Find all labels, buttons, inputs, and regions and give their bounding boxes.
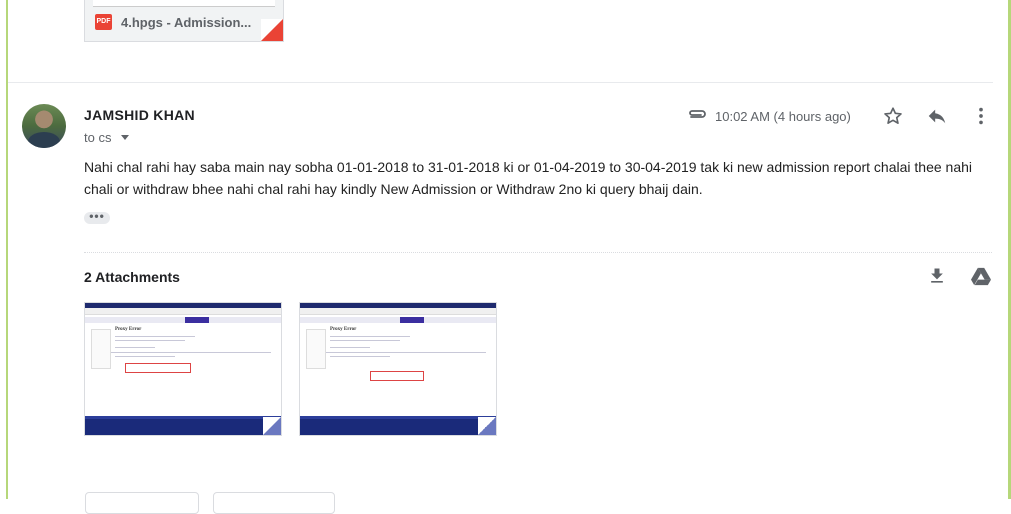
more-vert-icon[interactable] bbox=[970, 105, 992, 127]
attachment-thumbnail-strip bbox=[93, 0, 275, 7]
attachments-divider bbox=[84, 252, 992, 253]
show-trimmed-content-button[interactable]: ••• bbox=[84, 210, 110, 224]
download-icon[interactable] bbox=[927, 266, 947, 286]
recipients-text: to cs bbox=[84, 130, 112, 145]
pdf-icon: PDF bbox=[95, 14, 112, 30]
reply-button[interactable] bbox=[85, 492, 199, 514]
chevron-down-icon[interactable] bbox=[121, 135, 130, 140]
pdf-corner-mark bbox=[261, 19, 283, 41]
attachment-thumbnail[interactable]: Proxy Error bbox=[84, 302, 282, 436]
previous-attachment-card[interactable]: PDF 4.hpgs - Admission... bbox=[84, 0, 284, 42]
forward-button[interactable] bbox=[213, 492, 335, 514]
star-icon[interactable] bbox=[882, 105, 904, 127]
reply-icon[interactable] bbox=[926, 105, 948, 127]
recipients-line[interactable]: to cs bbox=[84, 130, 130, 145]
sender-name[interactable]: JAMSHID KHAN bbox=[84, 107, 195, 123]
thumbnail-heading: Proxy Error bbox=[115, 327, 142, 332]
avatar[interactable] bbox=[22, 104, 66, 148]
attachment-filename: 4.hpgs - Admission... bbox=[121, 15, 252, 30]
thumbnail-heading: Proxy Error bbox=[330, 327, 357, 332]
paperclip-icon bbox=[689, 110, 706, 118]
google-drive-icon[interactable] bbox=[970, 266, 992, 286]
message-body: Nahi chal rahi hay saba main nay sobha 0… bbox=[84, 159, 973, 197]
attachment-thumbnail[interactable]: Proxy Error bbox=[299, 302, 497, 436]
message-time: 10:02 AM (4 hours ago) bbox=[715, 109, 851, 124]
message-divider bbox=[8, 82, 993, 83]
attachments-title: 2 Attachments bbox=[84, 269, 180, 285]
left-border bbox=[0, 0, 8, 499]
